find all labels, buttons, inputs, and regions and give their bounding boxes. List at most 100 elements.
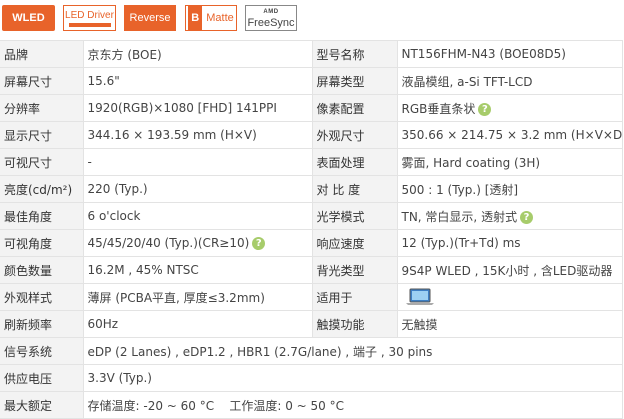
- spec-value-text: 9S4P WLED , 15K小时 , 含LED驱动器: [401, 263, 613, 278]
- spec-label: 品牌: [0, 40, 84, 68]
- spec-value-text: 500 : 1 (Typ.) [透射]: [401, 182, 519, 197]
- spec-table: 品牌 京东方 (BOE) 型号名称 NT156FHM-N43 (BOE08D5) 屏幕尺…: [0, 40, 623, 419]
- spec-value: 液晶模组, a-Si TFT-LCD: [397, 67, 623, 95]
- spec-value: 京东方 (BOE): [83, 40, 313, 68]
- spec-label: 亮度(cd/m²): [0, 175, 84, 203]
- led-bar-icon: [68, 22, 111, 27]
- spec-value: 3.3V (Typ.): [83, 364, 623, 392]
- table-row: 最大额定 存储温度: -20 ~ 60 °C 工作温度: 0 ~ 50 °C: [0, 391, 623, 419]
- table-row: 显示尺寸 344.16 × 193.59 mm (H×V) 外观尺寸 350.66 ×…: [0, 121, 623, 149]
- spec-value: TN, 常白显示, 透射式?: [397, 202, 623, 230]
- led-driver-badge-label: LED Driver: [65, 9, 114, 21]
- spec-label-text: 分辨率: [4, 101, 41, 116]
- spec-label: 刷新频率: [0, 310, 84, 338]
- help-icon[interactable]: ?: [478, 102, 492, 116]
- spec-value: 350.66 × 214.75 × 3.2 mm (H×V×D): [397, 121, 623, 149]
- spec-value-text: 15.6": [87, 74, 120, 88]
- table-row: 品牌 京东方 (BOE) 型号名称 NT156FHM-N43 (BOE08D5): [0, 40, 623, 68]
- spec-label: 型号名称: [312, 40, 398, 68]
- spec-value: 无触摸: [397, 310, 623, 338]
- spec-value-text: 350.66 × 214.75 × 3.2 mm (H×V×D): [401, 128, 622, 142]
- feature-badges: WLED LED Driver Reverse B Matte AMD Free…: [0, 0, 624, 38]
- spec-value-text: -: [87, 155, 92, 169]
- spec-label: 外观样式: [0, 283, 84, 311]
- spec-label-text: 信号系统: [4, 344, 53, 359]
- spec-label-text: 对 比 度: [316, 182, 361, 197]
- help-icon[interactable]: ?: [520, 210, 534, 224]
- reverse-badge-label: Reverse: [129, 12, 171, 24]
- spec-label: 屏幕尺寸: [0, 67, 84, 95]
- spec-label-text: 外观样式: [4, 290, 53, 305]
- spec-label: 屏幕类型: [312, 67, 398, 95]
- reverse-badge: Reverse: [124, 5, 176, 31]
- spec-label: 对 比 度: [312, 175, 398, 203]
- table-row: 外观样式 薄屏 (PCBA平直, 厚度≤3.2mm) 适用于: [0, 283, 623, 311]
- spec-value: 薄屏 (PCBA平直, 厚度≤3.2mm): [83, 283, 313, 311]
- spec-value-text: 12 (Typ.)(Tr+Td) ms: [401, 236, 521, 250]
- spec-value-text: 薄屏 (PCBA平直, 厚度≤3.2mm): [87, 290, 265, 305]
- led-driver-badge: LED Driver: [63, 5, 116, 31]
- spec-label-text: 显示尺寸: [4, 128, 53, 143]
- spec-label: 显示尺寸: [0, 121, 84, 149]
- spec-label-text: 最大额定: [4, 398, 53, 413]
- spec-label-text: 外观尺寸: [316, 128, 365, 143]
- spec-label: 光学模式: [312, 202, 398, 230]
- table-row: 可视角度 45/45/20/40 (Typ.)(CR≥10)? 响应速度 12 (Ty…: [0, 229, 623, 257]
- spec-label-text: 品牌: [4, 47, 29, 62]
- table-row: 刷新频率 60Hz 触摸功能 无触摸: [0, 310, 623, 338]
- spec-value-text: 16.2M , 45% NTSC: [87, 263, 199, 277]
- help-icon[interactable]: ?: [252, 237, 266, 250]
- spec-label: 最佳角度: [0, 202, 84, 230]
- table-row: 供应电压 3.3V (Typ.): [0, 364, 623, 392]
- spec-value-text: 45/45/20/40 (Typ.)(CR≥10): [87, 236, 250, 250]
- spec-value-text: 无触摸: [401, 317, 438, 332]
- spec-value-text: RGB垂直条状: [401, 101, 476, 116]
- table-row: 分辨率 1920(RGB)×1080 [FHD] 141PPI 像素配置 RGB垂直条…: [0, 94, 623, 122]
- spec-label-text: 供应电压: [4, 371, 53, 386]
- spec-value: 60Hz: [83, 310, 313, 338]
- spec-label-text: 背光类型: [316, 263, 365, 278]
- spec-label-text: 表面处理: [316, 155, 365, 170]
- spec-value-text: eDP (2 Lanes) , eDP1.2 , HBR1 (2.7G/lane…: [87, 344, 433, 359]
- matte-badge: B Matte: [185, 5, 237, 31]
- spec-label: 可视角度: [0, 229, 84, 257]
- spec-value: 6 o'clock: [83, 202, 313, 230]
- spec-label-text: 屏幕尺寸: [4, 74, 53, 89]
- table-row: 信号系统 eDP (2 Lanes) , eDP1.2 , HBR1 (2.7G/…: [0, 337, 623, 365]
- spec-label-text: 触摸功能: [316, 317, 365, 332]
- spec-value-text: 液晶模组, a-Si TFT-LCD: [401, 74, 533, 89]
- spec-value: [397, 283, 623, 311]
- spec-label: 触摸功能: [312, 310, 398, 338]
- spec-value-text: NT156FHM-N43 (BOE08D5): [401, 47, 566, 61]
- spec-label: 适用于: [312, 283, 398, 311]
- spec-value-text: 344.16 × 193.59 mm (H×V): [87, 128, 257, 142]
- spec-label-text: 屏幕类型: [316, 74, 365, 89]
- freesync-badge-label: FreeSync: [247, 17, 295, 29]
- spec-label-text: 最佳角度: [4, 209, 53, 224]
- spec-label: 信号系统: [0, 337, 84, 365]
- spec-value-text: 6 o'clock: [87, 209, 141, 223]
- freesync-badge: AMD FreeSync: [245, 5, 297, 31]
- spec-label-text: 刷新频率: [4, 317, 53, 332]
- spec-value: 45/45/20/40 (Typ.)(CR≥10)?: [83, 229, 313, 257]
- spec-value: 16.2M , 45% NTSC: [83, 256, 313, 284]
- spec-value-text: 3.3V (Typ.): [87, 371, 152, 385]
- spec-value: 220 (Typ.): [83, 175, 313, 203]
- spec-value: 1920(RGB)×1080 [FHD] 141PPI: [83, 94, 313, 122]
- spec-label: 颜色数量: [0, 256, 84, 284]
- table-row: 可视尺寸 - 表面处理 雾面, Hard coating (3H): [0, 148, 623, 176]
- table-row: 最佳角度 6 o'clock 光学模式 TN, 常白显示, 透射式?: [0, 202, 623, 230]
- table-row: 颜色数量 16.2M , 45% NTSC 背光类型 9S4P WLED , 15K小…: [0, 256, 623, 284]
- spec-label: 可视尺寸: [0, 148, 84, 176]
- spec-label-text: 适用于: [316, 290, 353, 305]
- spec-label-text: 光学模式: [316, 209, 365, 224]
- spec-value-text: 存储温度: -20 ~ 60 °C 工作温度: 0 ~ 50 °C: [87, 398, 345, 413]
- spec-value: eDP (2 Lanes) , eDP1.2 , HBR1 (2.7G/lane…: [83, 337, 623, 365]
- spec-value-text: TN, 常白显示, 透射式: [401, 209, 518, 224]
- spec-value: -: [83, 148, 313, 176]
- spec-value: NT156FHM-N43 (BOE08D5): [397, 40, 623, 68]
- spec-value-text: 60Hz: [87, 317, 119, 331]
- spec-label: 最大额定: [0, 391, 84, 419]
- spec-label-text: 像素配置: [316, 101, 365, 116]
- spec-value: 12 (Typ.)(Tr+Td) ms: [397, 229, 623, 257]
